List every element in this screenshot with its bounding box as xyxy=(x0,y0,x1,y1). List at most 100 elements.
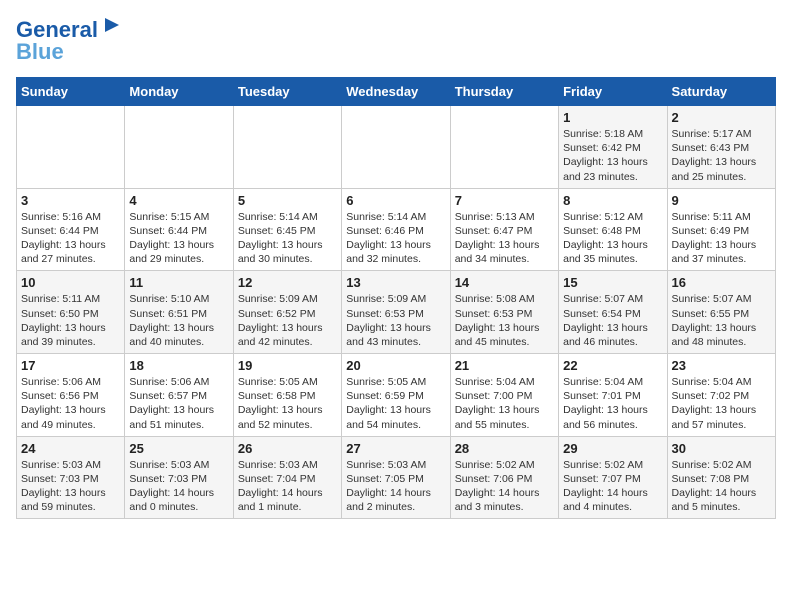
day-number: 16 xyxy=(672,275,771,290)
calendar-cell: 30 Sunrise: 5:02 AM Sunset: 7:08 PM Dayli… xyxy=(667,436,775,519)
day-number: 28 xyxy=(455,441,554,456)
cell-content: Sunrise: 5:10 AM Sunset: 6:51 PM Dayligh… xyxy=(129,292,228,349)
cell-content: Sunrise: 5:17 AM Sunset: 6:43 PM Dayligh… xyxy=(672,127,771,184)
cell-content: Sunrise: 5:05 AM Sunset: 6:58 PM Dayligh… xyxy=(238,375,337,432)
day-number: 30 xyxy=(672,441,771,456)
calendar-cell xyxy=(450,106,558,189)
cell-content: Sunrise: 5:11 AM Sunset: 6:50 PM Dayligh… xyxy=(21,292,120,349)
day-header-saturday: Saturday xyxy=(667,78,775,106)
week-row-3: 10 Sunrise: 5:11 AM Sunset: 6:50 PM Dayli… xyxy=(17,271,776,354)
cell-content: Sunrise: 5:03 AM Sunset: 7:03 PM Dayligh… xyxy=(21,458,120,515)
day-number: 3 xyxy=(21,193,120,208)
day-number: 10 xyxy=(21,275,120,290)
day-header-monday: Monday xyxy=(125,78,233,106)
calendar-cell: 16 Sunrise: 5:07 AM Sunset: 6:55 PM Dayli… xyxy=(667,271,775,354)
day-number: 6 xyxy=(346,193,445,208)
cell-content: Sunrise: 5:11 AM Sunset: 6:49 PM Dayligh… xyxy=(672,210,771,267)
day-header-sunday: Sunday xyxy=(17,78,125,106)
calendar-cell: 18 Sunrise: 5:06 AM Sunset: 6:57 PM Dayli… xyxy=(125,354,233,437)
cell-content: Sunrise: 5:05 AM Sunset: 6:59 PM Dayligh… xyxy=(346,375,445,432)
calendar-cell: 12Sunrise: 5:09 AM Sunset: 6:52 PM Dayli… xyxy=(233,271,341,354)
calendar-cell: 24 Sunrise: 5:03 AM Sunset: 7:03 PM Dayli… xyxy=(17,436,125,519)
cell-content: Sunrise: 5:03 AM Sunset: 7:03 PM Dayligh… xyxy=(129,458,228,515)
calendar-cell xyxy=(125,106,233,189)
day-number: 4 xyxy=(129,193,228,208)
week-row-4: 17 Sunrise: 5:06 AM Sunset: 6:56 PM Dayli… xyxy=(17,354,776,437)
calendar-cell: 14 Sunrise: 5:08 AM Sunset: 6:53 PM Dayli… xyxy=(450,271,558,354)
day-number: 24 xyxy=(21,441,120,456)
calendar-cell: 11 Sunrise: 5:10 AM Sunset: 6:51 PM Dayli… xyxy=(125,271,233,354)
cell-content: Sunrise: 5:09 AM Sunset: 6:52 PM Dayligh… xyxy=(238,292,337,349)
calendar-cell: 9Sunrise: 5:11 AM Sunset: 6:49 PM Daylig… xyxy=(667,188,775,271)
cell-content: Sunrise: 5:03 AM Sunset: 7:04 PM Dayligh… xyxy=(238,458,337,515)
cell-content: Sunrise: 5:12 AM Sunset: 6:48 PM Dayligh… xyxy=(563,210,662,267)
day-number: 14 xyxy=(455,275,554,290)
cell-content: Sunrise: 5:14 AM Sunset: 6:46 PM Dayligh… xyxy=(346,210,445,267)
calendar-cell: 26Sunrise: 5:03 AM Sunset: 7:04 PM Dayli… xyxy=(233,436,341,519)
calendar-cell: 2Sunrise: 5:17 AM Sunset: 6:43 PM Daylig… xyxy=(667,106,775,189)
cell-content: Sunrise: 5:02 AM Sunset: 7:08 PM Dayligh… xyxy=(672,458,771,515)
week-row-5: 24 Sunrise: 5:03 AM Sunset: 7:03 PM Dayli… xyxy=(17,436,776,519)
day-number: 29 xyxy=(563,441,662,456)
day-number: 27 xyxy=(346,441,445,456)
calendar-cell: 5 Sunrise: 5:14 AM Sunset: 6:45 PM Daylig… xyxy=(233,188,341,271)
calendar-cell: 10 Sunrise: 5:11 AM Sunset: 6:50 PM Dayli… xyxy=(17,271,125,354)
calendar-cell: 22Sunrise: 5:04 AM Sunset: 7:01 PM Dayli… xyxy=(559,354,667,437)
cell-content: Sunrise: 5:15 AM Sunset: 6:44 PM Dayligh… xyxy=(129,210,228,267)
cell-content: Sunrise: 5:16 AM Sunset: 6:44 PM Dayligh… xyxy=(21,210,120,267)
calendar-cell: 1 Sunrise: 5:18 AM Sunset: 6:42 PM Daylig… xyxy=(559,106,667,189)
day-header-tuesday: Tuesday xyxy=(233,78,341,106)
day-number: 5 xyxy=(238,193,337,208)
cell-content: Sunrise: 5:18 AM Sunset: 6:42 PM Dayligh… xyxy=(563,127,662,184)
cell-content: Sunrise: 5:14 AM Sunset: 6:45 PM Dayligh… xyxy=(238,210,337,267)
calendar-cell xyxy=(233,106,341,189)
day-number: 19 xyxy=(238,358,337,373)
day-header-friday: Friday xyxy=(559,78,667,106)
calendar-cell: 17 Sunrise: 5:06 AM Sunset: 6:56 PM Dayli… xyxy=(17,354,125,437)
cell-content: Sunrise: 5:08 AM Sunset: 6:53 PM Dayligh… xyxy=(455,292,554,349)
cell-content: Sunrise: 5:06 AM Sunset: 6:56 PM Dayligh… xyxy=(21,375,120,432)
cell-content: Sunrise: 5:06 AM Sunset: 6:57 PM Dayligh… xyxy=(129,375,228,432)
calendar-cell: 8Sunrise: 5:12 AM Sunset: 6:48 PM Daylig… xyxy=(559,188,667,271)
calendar-cell: 7 Sunrise: 5:13 AM Sunset: 6:47 PM Daylig… xyxy=(450,188,558,271)
calendar-cell: 27 Sunrise: 5:03 AM Sunset: 7:05 PM Dayli… xyxy=(342,436,450,519)
calendar-cell: 23Sunrise: 5:04 AM Sunset: 7:02 PM Dayli… xyxy=(667,354,775,437)
cell-content: Sunrise: 5:04 AM Sunset: 7:00 PM Dayligh… xyxy=(455,375,554,432)
cell-content: Sunrise: 5:02 AM Sunset: 7:07 PM Dayligh… xyxy=(563,458,662,515)
calendar-cell: 20Sunrise: 5:05 AM Sunset: 6:59 PM Dayli… xyxy=(342,354,450,437)
day-number: 1 xyxy=(563,110,662,125)
day-header-thursday: Thursday xyxy=(450,78,558,106)
calendar-cell: 29 Sunrise: 5:02 AM Sunset: 7:07 PM Dayli… xyxy=(559,436,667,519)
cell-content: Sunrise: 5:13 AM Sunset: 6:47 PM Dayligh… xyxy=(455,210,554,267)
calendar-cell: 15 Sunrise: 5:07 AM Sunset: 6:54 PM Dayli… xyxy=(559,271,667,354)
calendar-cell xyxy=(17,106,125,189)
calendar-table: SundayMondayTuesdayWednesdayThursdayFrid… xyxy=(16,77,776,519)
day-number: 21 xyxy=(455,358,554,373)
day-number: 17 xyxy=(21,358,120,373)
cell-content: Sunrise: 5:02 AM Sunset: 7:06 PM Dayligh… xyxy=(455,458,554,515)
header: General Blue xyxy=(16,16,776,65)
day-number: 18 xyxy=(129,358,228,373)
calendar-cell: 21 Sunrise: 5:04 AM Sunset: 7:00 PM Dayli… xyxy=(450,354,558,437)
cell-content: Sunrise: 5:07 AM Sunset: 6:55 PM Dayligh… xyxy=(672,292,771,349)
cell-content: Sunrise: 5:07 AM Sunset: 6:54 PM Dayligh… xyxy=(563,292,662,349)
day-number: 15 xyxy=(563,275,662,290)
calendar-cell: 6 Sunrise: 5:14 AM Sunset: 6:46 PM Daylig… xyxy=(342,188,450,271)
calendar-header-row: SundayMondayTuesdayWednesdayThursdayFrid… xyxy=(17,78,776,106)
week-row-1: 1 Sunrise: 5:18 AM Sunset: 6:42 PM Daylig… xyxy=(17,106,776,189)
calendar-cell: 3 Sunrise: 5:16 AM Sunset: 6:44 PM Daylig… xyxy=(17,188,125,271)
calendar-cell: 4 Sunrise: 5:15 AM Sunset: 6:44 PM Daylig… xyxy=(125,188,233,271)
day-number: 13 xyxy=(346,275,445,290)
day-number: 25 xyxy=(129,441,228,456)
logo: General Blue xyxy=(16,16,127,65)
calendar-cell: 19 Sunrise: 5:05 AM Sunset: 6:58 PM Dayli… xyxy=(233,354,341,437)
week-row-2: 3 Sunrise: 5:16 AM Sunset: 6:44 PM Daylig… xyxy=(17,188,776,271)
cell-content: Sunrise: 5:03 AM Sunset: 7:05 PM Dayligh… xyxy=(346,458,445,515)
cell-content: Sunrise: 5:09 AM Sunset: 6:53 PM Dayligh… xyxy=(346,292,445,349)
logo-blue: Blue xyxy=(16,39,123,65)
cell-content: Sunrise: 5:04 AM Sunset: 7:02 PM Dayligh… xyxy=(672,375,771,432)
calendar-cell: 28 Sunrise: 5:02 AM Sunset: 7:06 PM Dayli… xyxy=(450,436,558,519)
day-number: 11 xyxy=(129,275,228,290)
day-number: 7 xyxy=(455,193,554,208)
day-header-wednesday: Wednesday xyxy=(342,78,450,106)
